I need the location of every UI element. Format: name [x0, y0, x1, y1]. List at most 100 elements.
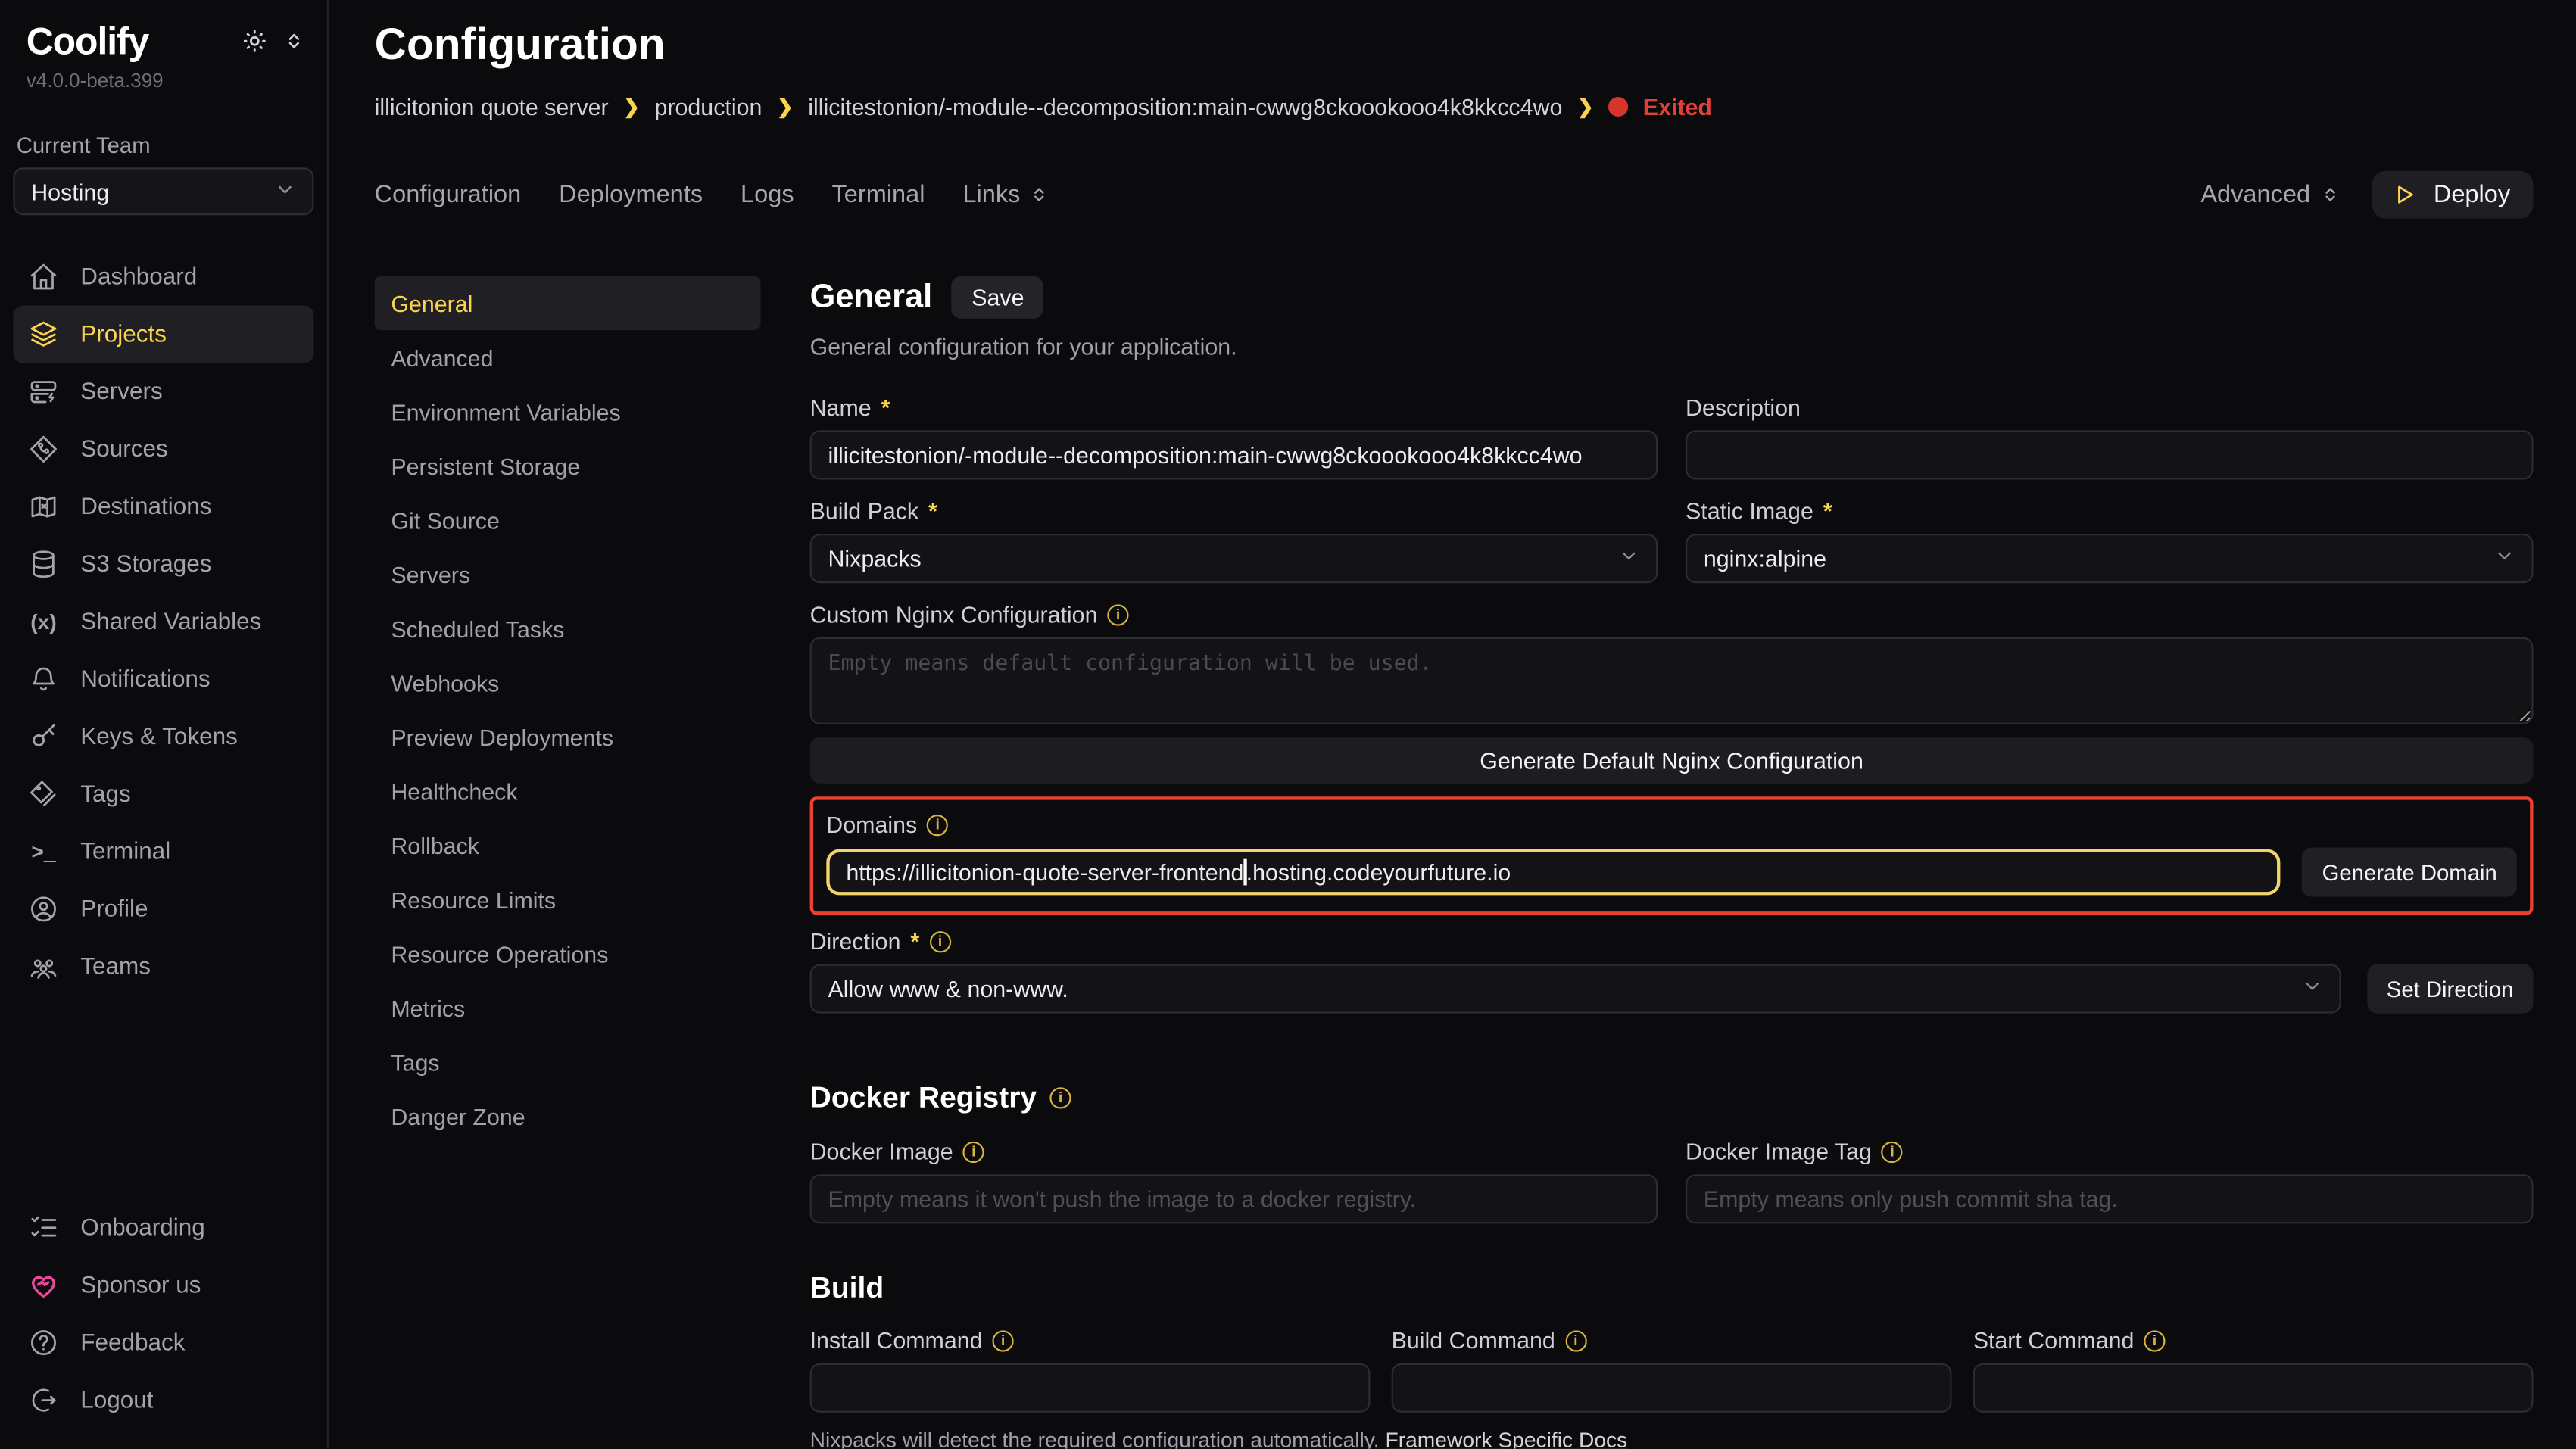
chevron-right-icon: ❯ [623, 95, 640, 118]
sidebar-item-label: Sponsor us [80, 1272, 201, 1298]
custom-nginx-textarea[interactable] [810, 637, 2534, 724]
tab-links[interactable]: Links [962, 181, 1048, 209]
layers-icon [28, 319, 59, 350]
docker-image-input[interactable] [810, 1174, 1658, 1223]
sidebar-item-logout[interactable]: Logout [13, 1372, 313, 1429]
install-command-input[interactable] [810, 1363, 1371, 1413]
framework-docs-link[interactable]: Framework Specific Docs [1385, 1427, 1627, 1448]
sidebar-item-label: Profile [80, 896, 148, 923]
docker-registry-heading: Docker Registry [810, 1081, 1037, 1116]
info-icon: i [1882, 1141, 1903, 1162]
config-subnav: General Advanced Environment Variables P… [375, 276, 761, 1448]
tab-configuration[interactable]: Configuration [375, 181, 522, 209]
app-version: v4.0.0-beta.399 [13, 69, 313, 92]
generate-nginx-config-button[interactable]: Generate Default Nginx Configuration [810, 737, 2534, 784]
tab-terminal[interactable]: Terminal [831, 181, 925, 209]
tab-logs[interactable]: Logs [741, 181, 794, 209]
build-command-label: Build Command [1392, 1327, 1555, 1354]
deploy-button[interactable]: Deploy [2373, 171, 2534, 219]
subnav-item-rollback[interactable]: Rollback [375, 818, 761, 872]
chevron-down-icon [274, 178, 295, 204]
domains-input[interactable]: https://illicitonion-quote-server-fronte… [826, 849, 2281, 896]
subnav-item-resource-operations[interactable]: Resource Operations [375, 927, 761, 981]
team-select[interactable]: Hosting [13, 167, 313, 215]
sidebar-item-notifications[interactable]: Notifications [13, 650, 313, 708]
direction-value: Allow www & non-www. [828, 976, 1068, 1002]
domains-label: Domains [826, 812, 917, 838]
breadcrumb-application[interactable]: illicitestonion/-module--decomposition:m… [808, 94, 1562, 120]
sidebar-item-label: Feedback [80, 1329, 185, 1356]
sidebar-item-label: Servers [80, 379, 162, 405]
sidebar-item-destinations[interactable]: Destinations [13, 478, 313, 535]
tab-deployments[interactable]: Deployments [559, 181, 703, 209]
sidebar-item-terminal[interactable]: >_ Terminal [13, 823, 313, 880]
required-marker: * [928, 497, 937, 524]
tag-icon [28, 778, 59, 809]
subnav-item-servers[interactable]: Servers [375, 547, 761, 601]
sidebar-item-s3-storages[interactable]: S3 Storages [13, 535, 313, 593]
subnav-item-webhooks[interactable]: Webhooks [375, 656, 761, 710]
sidebar-item-feedback[interactable]: Feedback [13, 1314, 313, 1372]
build-pack-value: Nixpacks [828, 545, 921, 572]
static-image-select[interactable]: nginx:alpine [1686, 534, 2534, 583]
info-icon: i [1050, 1087, 1071, 1108]
sidebar-item-teams[interactable]: Teams [13, 938, 313, 996]
start-command-input[interactable] [1973, 1363, 2534, 1413]
subnav-item-environment-variables[interactable]: Environment Variables [375, 385, 761, 439]
subnav-item-danger-zone[interactable]: Danger Zone [375, 1089, 761, 1143]
docker-image-tag-input[interactable] [1686, 1174, 2534, 1223]
sidebar-item-keys-tokens[interactable]: Keys & Tokens [13, 708, 313, 765]
breadcrumb-environment[interactable]: production [655, 94, 763, 120]
sidebar-item-onboarding[interactable]: Onboarding [13, 1199, 313, 1257]
subnav-item-preview-deployments[interactable]: Preview Deployments [375, 709, 761, 764]
sidebar-item-label: Keys & Tokens [80, 724, 238, 750]
breadcrumb-project[interactable]: illicitonion quote server [375, 94, 609, 120]
theme-toggle-sun-icon[interactable] [242, 28, 268, 55]
subnav-item-tags[interactable]: Tags [375, 1035, 761, 1089]
direction-select[interactable]: Allow www & non-www. [810, 964, 2341, 1014]
docker-image-label: Docker Image [810, 1139, 953, 1165]
sidebar-item-label: Teams [80, 953, 151, 980]
subnav-item-persistent-storage[interactable]: Persistent Storage [375, 438, 761, 493]
subnav-item-healthcheck[interactable]: Healthcheck [375, 764, 761, 818]
subnav-item-scheduled-tasks[interactable]: Scheduled Tasks [375, 601, 761, 656]
parentheses-x-icon: (x) [28, 609, 59, 634]
subnav-item-advanced[interactable]: Advanced [375, 330, 761, 385]
set-direction-button[interactable]: Set Direction [2367, 964, 2534, 1014]
sidebar-item-profile[interactable]: Profile [13, 880, 313, 938]
description-input[interactable] [1686, 430, 2534, 479]
sidebar-item-servers[interactable]: Servers [13, 363, 313, 420]
sidebar-item-label: Projects [80, 321, 167, 347]
subnav-item-metrics[interactable]: Metrics [375, 980, 761, 1035]
sidebar-item-label: Logout [80, 1387, 153, 1413]
chevron-down-icon [2301, 976, 2322, 1002]
brand-selector-chevron-up-down-icon[interactable] [284, 30, 304, 52]
subnav-item-general[interactable]: General [375, 276, 761, 330]
user-circle-icon [28, 893, 59, 924]
sidebar-nav: Dashboard Projects Servers Sources Desti… [13, 248, 313, 996]
sidebar-item-tags[interactable]: Tags [13, 765, 313, 823]
sidebar-item-label: Onboarding [80, 1214, 204, 1241]
custom-nginx-label: Custom Nginx Configuration [810, 601, 1098, 628]
sidebar-item-shared-variables[interactable]: (x) Shared Variables [13, 593, 313, 650]
subnav-item-git-source[interactable]: Git Source [375, 493, 761, 547]
sidebar-item-sponsor-us[interactable]: Sponsor us [13, 1257, 313, 1314]
sidebar-item-dashboard[interactable]: Dashboard [13, 248, 313, 306]
save-button[interactable]: Save [952, 276, 1043, 318]
required-marker: * [911, 928, 920, 955]
build-pack-select[interactable]: Nixpacks [810, 534, 1658, 583]
start-command-label: Start Command [1973, 1327, 2135, 1354]
info-icon: i [963, 1141, 984, 1162]
status-badge: Exited [1643, 94, 1712, 120]
advanced-selector[interactable]: Advanced [2200, 181, 2340, 209]
build-command-input[interactable] [1392, 1363, 1952, 1413]
generate-domain-button[interactable]: Generate Domain [2303, 848, 2517, 897]
domain-value-post: .hosting.codeyourfuture.io [1246, 859, 1511, 886]
chevron-right-icon: ❯ [777, 95, 794, 118]
name-input[interactable] [810, 430, 1658, 479]
sidebar-item-projects[interactable]: Projects [13, 306, 313, 363]
subnav-item-resource-limits[interactable]: Resource Limits [375, 872, 761, 927]
info-icon: i [993, 1329, 1014, 1351]
key-icon [28, 721, 59, 752]
sidebar-item-sources[interactable]: Sources [13, 420, 313, 478]
